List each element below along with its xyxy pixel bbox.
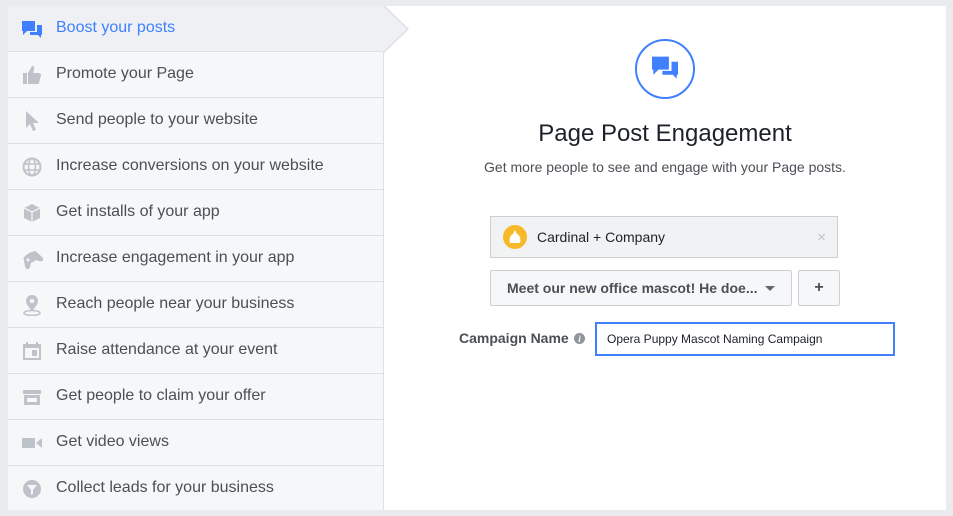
sidebar-item-send-to-website[interactable]: Send people to your website <box>8 98 383 144</box>
post-selector-dropdown[interactable]: Meet our new office mascot! He doe... <box>490 270 792 306</box>
close-icon[interactable]: × <box>817 229 826 246</box>
sidebar-item-label: Increase conversions on your website <box>56 157 324 174</box>
sidebar-item-app-installs[interactable]: Get installs of your app <box>8 190 383 236</box>
objective-sidebar: Boost your posts Promote your Page Send … <box>8 6 384 510</box>
sidebar-item-label: Collect leads for your business <box>56 479 274 496</box>
thumbs-up-icon <box>21 64 43 86</box>
funnel-icon <box>21 478 43 500</box>
gamepad-icon <box>21 248 43 270</box>
globe-icon <box>21 156 43 178</box>
sidebar-item-label: Promote your Page <box>56 65 194 82</box>
sidebar-item-event-attendance[interactable]: Raise attendance at your event <box>8 328 383 374</box>
sidebar-item-boost-posts[interactable]: Boost your posts <box>8 6 383 52</box>
objective-title: Page Post Engagement <box>538 120 792 147</box>
speech-bubbles-icon <box>21 18 43 40</box>
sidebar-item-app-engagement[interactable]: Increase engagement in your app <box>8 236 383 282</box>
speech-bubbles-icon <box>650 54 680 85</box>
add-post-button[interactable]: + <box>798 270 840 306</box>
map-pin-icon <box>21 294 43 316</box>
sidebar-item-label: Raise attendance at your event <box>56 341 278 358</box>
sidebar-item-claim-offer[interactable]: Get people to claim your offer <box>8 374 383 420</box>
campaign-name-label: Campaign Name <box>459 330 569 346</box>
sidebar-item-label: Send people to your website <box>56 111 258 128</box>
sidebar-item-reach-nearby[interactable]: Reach people near your business <box>8 282 383 328</box>
objective-subtitle: Get more people to see and engage with y… <box>484 159 846 175</box>
box-icon <box>21 202 43 224</box>
campaign-name-input[interactable] <box>595 322 895 356</box>
sidebar-item-label: Get people to claim your offer <box>56 387 266 404</box>
sidebar-item-collect-leads[interactable]: Collect leads for your business <box>8 466 383 510</box>
sidebar-item-label: Reach people near your business <box>56 295 295 312</box>
sidebar-item-conversions[interactable]: Increase conversions on your website <box>8 144 383 190</box>
page-selector[interactable]: Cardinal + Company × <box>490 216 838 258</box>
sidebar-item-promote-page[interactable]: Promote your Page <box>8 52 383 98</box>
sidebar-item-video-views[interactable]: Get video views <box>8 420 383 466</box>
chevron-down-icon <box>765 286 775 291</box>
sidebar-item-label: Get video views <box>56 433 169 450</box>
sidebar-item-label: Boost your posts <box>56 19 176 36</box>
objective-icon-circle <box>635 39 695 99</box>
calendar-icon <box>21 340 43 362</box>
create-campaign-panel: Boost your posts Promote your Page Send … <box>8 6 946 510</box>
video-camera-icon <box>21 432 43 454</box>
page-avatar <box>503 225 527 249</box>
store-icon <box>21 386 43 408</box>
sidebar-item-label: Get installs of your app <box>56 203 220 220</box>
sidebar-item-label: Increase engagement in your app <box>56 249 295 266</box>
cursor-icon <box>21 110 43 132</box>
info-icon[interactable]: i <box>574 333 585 344</box>
objective-details: Page Post Engagement Get more people to … <box>384 6 946 510</box>
post-selector-label: Meet our new office mascot! He doe... <box>507 280 758 296</box>
page-name: Cardinal + Company <box>537 229 666 245</box>
